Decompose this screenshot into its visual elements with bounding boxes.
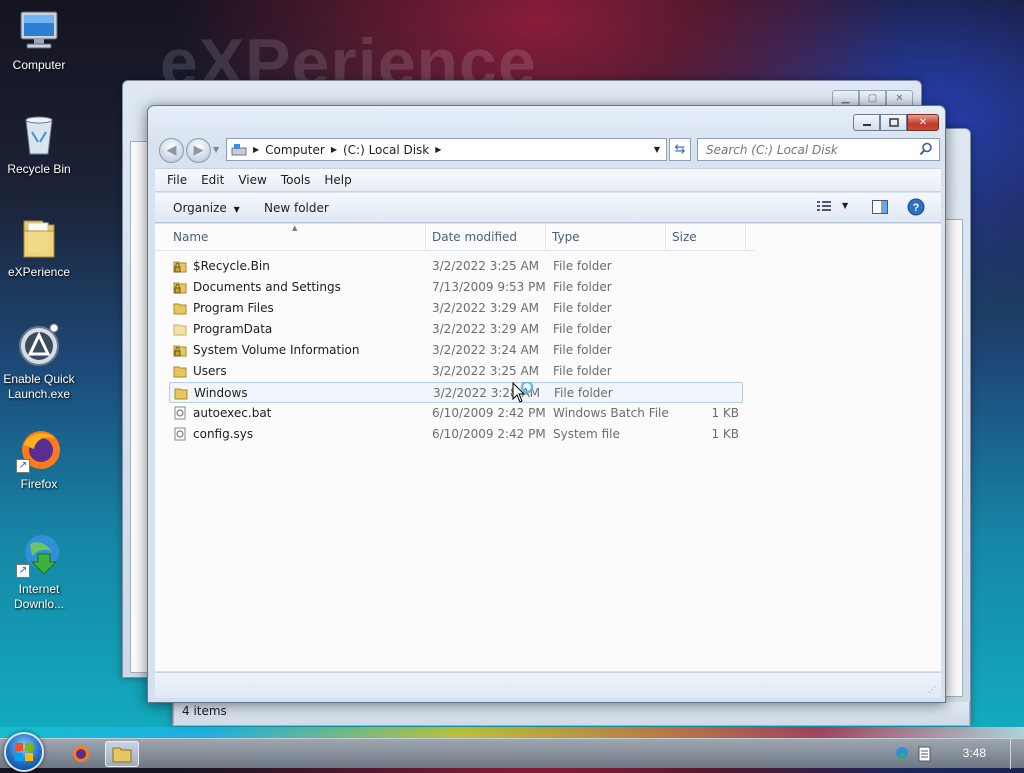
search-icon[interactable]	[919, 142, 933, 156]
search-input[interactable]	[704, 140, 904, 159]
menu-help[interactable]: Help	[324, 173, 351, 187]
folder-icon	[174, 388, 188, 400]
view-list-icon	[817, 201, 831, 211]
help-button[interactable]: ?	[907, 198, 925, 219]
menu-file[interactable]: File	[167, 173, 187, 187]
explorer-window[interactable]: ✕ ◀ ▶ ▼ ▶ Computer ▶ (C:) Local Disk ▶ ▼…	[147, 105, 946, 703]
search-box[interactable]	[697, 138, 940, 161]
preview-pane-button[interactable]	[872, 200, 888, 217]
address-bar[interactable]: ▶ Computer ▶ (C:) Local Disk ▶ ▼	[226, 138, 667, 161]
minimize-icon	[862, 123, 871, 126]
system-file-icon	[174, 427, 186, 441]
file-row-documents-and-settings[interactable]: Documents and Settings 7/13/2009 9:53 PM…	[169, 277, 743, 298]
desktop-icon-firefox[interactable]: ↗ Firefox	[2, 427, 76, 492]
taskbar-accent-strip	[0, 727, 1024, 738]
desktop-icon-internet-download-manager[interactable]: ↗ Internet Downlo...	[2, 532, 76, 612]
sort-ascending-icon: ▲	[292, 224, 298, 232]
chevron-down-icon: ▼	[233, 205, 240, 214]
maximize-button[interactable]	[880, 114, 907, 131]
menu-tools[interactable]: Tools	[281, 173, 311, 187]
close-button[interactable]: ✕	[907, 114, 939, 131]
column-header-date-modified[interactable]: Date modified	[426, 224, 546, 251]
help-icon: ?	[907, 198, 925, 216]
file-row-program-files[interactable]: Program Files 3/2/2022 3:29 AM File fold…	[169, 298, 743, 319]
shortcut-arrow-icon: ↗	[16, 459, 30, 473]
tray-document-icon[interactable]	[908, 741, 942, 767]
start-button[interactable]	[4, 732, 44, 772]
svg-text:?: ?	[913, 202, 920, 214]
firefox-icon: ↗	[16, 427, 62, 473]
background-window-status-bar: 4 items	[173, 702, 970, 726]
locked-folder-icon	[173, 345, 187, 357]
column-header-size[interactable]: Size	[666, 224, 746, 251]
file-list[interactable]: Name ▲ Date modified Type Size $Recycle.…	[155, 224, 941, 671]
view-options-dropdown-icon[interactable]: ▼	[842, 201, 848, 210]
minimize-button[interactable]	[853, 114, 880, 131]
command-bar: Organize ▼ New folder ▼ ?	[155, 193, 941, 223]
back-arrow-icon: ◀	[166, 143, 177, 158]
mouse-cursor-busy-icon	[512, 380, 538, 409]
menu-view[interactable]: View	[238, 173, 266, 187]
recycle-bin-icon	[16, 112, 62, 158]
refresh-button[interactable]: ⇆	[669, 138, 691, 161]
address-dropdown-icon[interactable]: ▼	[648, 139, 666, 160]
forward-button[interactable]: ▶	[186, 138, 211, 163]
desktop-icon-enable-quick-launch[interactable]: Enable Quick Launch.exe	[2, 322, 76, 402]
taskbar-explorer-button[interactable]	[105, 741, 139, 767]
file-row-autoexec-bat[interactable]: autoexec.bat 6/10/2009 2:42 PM Windows B…	[169, 403, 743, 424]
desktop-icon-experience[interactable]: eXPerience	[2, 215, 76, 280]
locked-folder-icon	[173, 261, 187, 273]
app-icon	[16, 322, 62, 368]
file-row-system-volume-information[interactable]: System Volume Information 3/2/2022 3:24 …	[169, 340, 743, 361]
breadcrumb-computer[interactable]: Computer	[265, 143, 325, 157]
folder-icon	[173, 324, 187, 336]
recent-pages-dropdown-icon[interactable]: ▼	[213, 145, 219, 154]
drive-icon	[231, 143, 247, 155]
breadcrumb-separator-icon: ▶	[435, 145, 442, 154]
folder-icon	[16, 215, 62, 261]
windows-logo-icon	[15, 743, 33, 761]
close-icon: ✕	[918, 117, 928, 128]
menu-bar: File Edit View Tools Help	[155, 168, 941, 192]
status-bar: ⋰	[155, 672, 941, 698]
file-row-users[interactable]: Users 3/2/2022 3:25 AM File folder	[169, 361, 743, 382]
new-folder-button[interactable]: New folder	[264, 201, 329, 215]
forward-arrow-icon: ▶	[193, 143, 204, 158]
file-row-programdata[interactable]: ProgramData 3/2/2022 3:29 AM File folder	[169, 319, 743, 340]
file-row-recycle-bin[interactable]: $Recycle.Bin 3/2/2022 3:25 AM File folde…	[169, 256, 743, 277]
resize-grip-icon[interactable]: ⋰	[928, 685, 938, 695]
download-manager-icon: ↗	[16, 532, 62, 578]
locked-folder-icon	[173, 282, 187, 294]
preview-pane-icon	[872, 200, 888, 214]
taskbar-clock[interactable]: 3:48	[963, 746, 986, 760]
desktop-icon-recycle-bin[interactable]: Recycle Bin	[2, 112, 76, 177]
breadcrumb-separator-icon: ▶	[330, 145, 337, 154]
column-headers: Name ▲ Date modified Type Size	[155, 224, 755, 251]
folder-icon	[173, 303, 187, 315]
back-button[interactable]: ◀	[159, 138, 184, 163]
show-desktop-button[interactable]	[1010, 739, 1024, 769]
column-header-type[interactable]: Type	[546, 224, 666, 251]
file-row-config-sys[interactable]: config.sys 6/10/2009 2:42 PM System file…	[169, 424, 743, 445]
folder-icon	[112, 747, 132, 763]
shortcut-arrow-icon: ↗	[16, 564, 30, 578]
menu-edit[interactable]: Edit	[201, 173, 224, 187]
file-row-windows[interactable]: Windows 3/2/2022 3:28 AM File folder	[169, 382, 743, 403]
firefox-icon	[73, 746, 89, 762]
taskbar-firefox-button[interactable]	[64, 741, 98, 767]
change-view-button[interactable]	[817, 200, 831, 215]
breadcrumb-local-disk[interactable]: (C:) Local Disk	[343, 143, 429, 157]
batch-file-icon	[174, 406, 186, 420]
taskbar: 3:48	[0, 732, 1024, 772]
maximize-icon	[888, 117, 899, 127]
navigation-bar: ◀ ▶ ▼ ▶ Computer ▶ (C:) Local Disk ▶ ▼ ⇆	[156, 137, 940, 163]
breadcrumb-separator-icon: ▶	[253, 145, 260, 154]
computer-icon	[16, 8, 62, 54]
refresh-icon: ⇆	[674, 142, 686, 157]
desktop-icon-computer[interactable]: Computer	[2, 8, 76, 73]
folder-icon	[173, 366, 187, 378]
organize-button[interactable]: Organize ▼	[173, 201, 240, 215]
